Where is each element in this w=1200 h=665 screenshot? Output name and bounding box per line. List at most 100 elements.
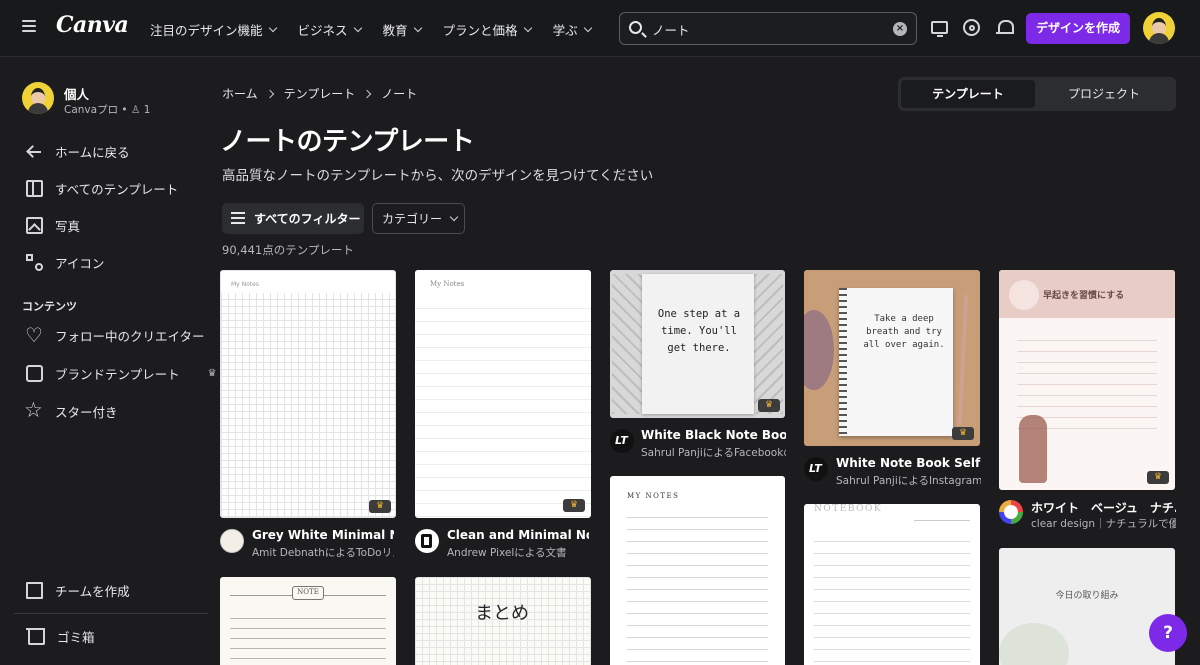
account-name[interactable]: 個人 bbox=[64, 84, 89, 103]
divider bbox=[14, 613, 208, 614]
template-thumbnail[interactable]: NOTEBOOK bbox=[804, 504, 980, 665]
template-thumbnail[interactable]: 早起きを習慣にする ♛ bbox=[999, 270, 1175, 490]
all-filters-button[interactable]: すべてのフィルター bbox=[222, 203, 364, 234]
template-thumbnail[interactable]: My Notes My Notes ♛ bbox=[220, 270, 396, 518]
sidebar-item-create-team[interactable]: チームを作成 bbox=[26, 581, 130, 600]
arrow-left-icon bbox=[26, 143, 43, 160]
creator-avatar[interactable] bbox=[415, 529, 439, 553]
template-author[interactable]: Sahrul PanjiによるInstagram... bbox=[836, 473, 981, 488]
chevron-down-icon bbox=[449, 212, 459, 221]
filter-icon bbox=[231, 212, 245, 224]
heart-icon bbox=[25, 323, 43, 347]
account-plan: Canvaプロ • ♙ 1 bbox=[64, 104, 151, 116]
template-thumbnail[interactable]: My Notes ♛ bbox=[415, 270, 591, 518]
help-button[interactable]: ? bbox=[1149, 614, 1187, 652]
nav-item-business[interactable]: ビジネス bbox=[298, 20, 362, 39]
sidebar-item-trash[interactable]: ゴミ箱 bbox=[26, 627, 95, 646]
chevron-down-icon bbox=[413, 23, 422, 32]
thumb-label: My Notes bbox=[430, 280, 465, 288]
template-thumbnail[interactable]: Take a deep breath and try all over agai… bbox=[804, 270, 980, 446]
chevron-down-icon bbox=[583, 23, 592, 32]
breadcrumb-home[interactable]: ホーム bbox=[222, 85, 258, 102]
breadcrumb-templates[interactable]: テンプレート bbox=[284, 85, 356, 102]
template-count: 90,441点のテンプレート bbox=[222, 243, 354, 257]
thumb-label: My Notes bbox=[231, 281, 259, 288]
image-icon bbox=[26, 217, 43, 234]
sidebar-item-home[interactable]: ホームに戻る bbox=[26, 142, 130, 161]
canva-logo[interactable]: Canva bbox=[56, 12, 129, 38]
chevron-down-icon bbox=[268, 23, 277, 32]
layout-icon bbox=[26, 180, 43, 197]
thumb-label: まとめ bbox=[475, 603, 529, 624]
create-design-button[interactable]: デザインを作成 bbox=[1026, 13, 1130, 44]
thumb-label: NOTE bbox=[292, 586, 324, 600]
creator-avatar[interactable]: LT bbox=[804, 457, 828, 481]
template-thumbnail[interactable]: NOTE bbox=[220, 577, 396, 665]
breadcrumb: ホーム テンプレート ノート bbox=[222, 85, 417, 102]
bell-icon[interactable] bbox=[996, 19, 1014, 37]
template-author[interactable]: clear design｜ナチュラルで優... bbox=[1031, 516, 1176, 531]
template-thumbnail[interactable]: まとめ bbox=[415, 577, 591, 665]
account-avatar[interactable] bbox=[22, 82, 54, 114]
thumb-label: 今日の取り組み bbox=[1055, 591, 1119, 601]
template-title[interactable]: White Note Book Self Re... bbox=[836, 456, 981, 470]
tab-templates[interactable]: テンプレート bbox=[901, 80, 1035, 108]
top-bar: Canva 注目のデザイン機能 ビジネス 教育 プランと価格 学ぶ × デザイン… bbox=[0, 0, 1200, 57]
sidebar-item-icons[interactable]: アイコン bbox=[26, 253, 104, 272]
view-tabs: テンプレート プロジェクト bbox=[898, 77, 1176, 111]
sidebar-item-photos[interactable]: 写真 bbox=[26, 216, 80, 235]
crown-icon: ♛ bbox=[563, 499, 585, 512]
template-author[interactable]: Sahrul PanjiによるFacebookの... bbox=[641, 445, 786, 460]
sidebar-item-starred[interactable]: スター付き bbox=[24, 398, 118, 422]
thumb-label: MY NOTES bbox=[627, 492, 680, 500]
template-title[interactable]: Clean and Minimal Note ... bbox=[447, 528, 589, 542]
template-title[interactable]: ホワイト ベージュ ナチ... bbox=[1031, 499, 1176, 516]
template-author[interactable]: Andrew Pixelによる文書 bbox=[447, 545, 589, 560]
creator-avatar[interactable]: LT bbox=[610, 429, 634, 453]
nav-item-education[interactable]: 教育 bbox=[383, 20, 422, 39]
template-thumbnail[interactable]: MY NOTES bbox=[610, 476, 785, 665]
category-dropdown[interactable]: カテゴリー bbox=[372, 203, 465, 234]
clear-search-icon[interactable]: × bbox=[893, 22, 907, 36]
template-title[interactable]: Grey White Minimal Note... bbox=[252, 528, 394, 542]
search-box: × bbox=[619, 12, 917, 45]
trash-icon bbox=[26, 628, 45, 645]
nav-item-pricing[interactable]: プランと価格 bbox=[443, 20, 532, 39]
sidebar-item-following[interactable]: フォロー中のクリエイター bbox=[25, 323, 205, 347]
sidebar: 個人 Canvaプロ • ♙ 1 ホームに戻る すべてのテンプレート 写真 アイ… bbox=[0, 58, 222, 665]
brand-icon bbox=[26, 365, 43, 382]
sidebar-item-all-templates[interactable]: すべてのテンプレート bbox=[26, 179, 178, 198]
crown-icon: ♛ bbox=[758, 399, 780, 412]
shapes-icon bbox=[26, 254, 43, 271]
crown-icon: ♛ bbox=[207, 368, 217, 379]
menu-icon[interactable] bbox=[22, 20, 36, 34]
thumb-heading: 早起きを習慣にする bbox=[1043, 291, 1125, 301]
sidebar-item-brand-templates[interactable]: ブランドテンプレート ♛ bbox=[26, 364, 217, 383]
star-icon bbox=[24, 398, 43, 422]
template-thumbnail[interactable]: One step at a time. You'll get there. ♛ bbox=[610, 270, 785, 418]
nav-item-features[interactable]: 注目のデザイン機能 bbox=[150, 20, 277, 39]
creator-avatar[interactable] bbox=[220, 529, 244, 553]
search-icon bbox=[629, 21, 642, 34]
gear-icon[interactable] bbox=[963, 19, 980, 36]
building-icon bbox=[26, 582, 43, 599]
thumb-quote: Take a deep breath and try all over agai… bbox=[863, 314, 945, 350]
monitor-icon[interactable] bbox=[931, 21, 948, 37]
search-input[interactable] bbox=[652, 20, 882, 38]
chevron-down-icon bbox=[353, 23, 362, 32]
nav-item-learn[interactable]: 学ぶ bbox=[553, 20, 592, 39]
crown-icon: ♛ bbox=[1147, 471, 1169, 484]
avatar[interactable] bbox=[1143, 12, 1175, 44]
crown-icon: ♛ bbox=[952, 427, 974, 440]
thumb-quote: One step at a time. You'll get there. bbox=[657, 308, 741, 354]
page-title: ノートのテンプレート bbox=[220, 127, 475, 157]
template-author[interactable]: Amit DebnathによるToDoリス... bbox=[252, 545, 394, 560]
template-thumbnail[interactable]: 今日の取り組み bbox=[999, 548, 1175, 665]
creator-avatar[interactable] bbox=[999, 500, 1023, 524]
chevron-right-icon bbox=[265, 89, 274, 98]
tab-projects[interactable]: プロジェクト bbox=[1037, 80, 1171, 108]
crown-icon: ♛ bbox=[369, 500, 391, 513]
breadcrumb-current: ノート bbox=[381, 87, 418, 101]
template-title[interactable]: White Black Note Book R... bbox=[641, 428, 786, 442]
sidebar-section-content: コンテンツ bbox=[22, 300, 77, 313]
